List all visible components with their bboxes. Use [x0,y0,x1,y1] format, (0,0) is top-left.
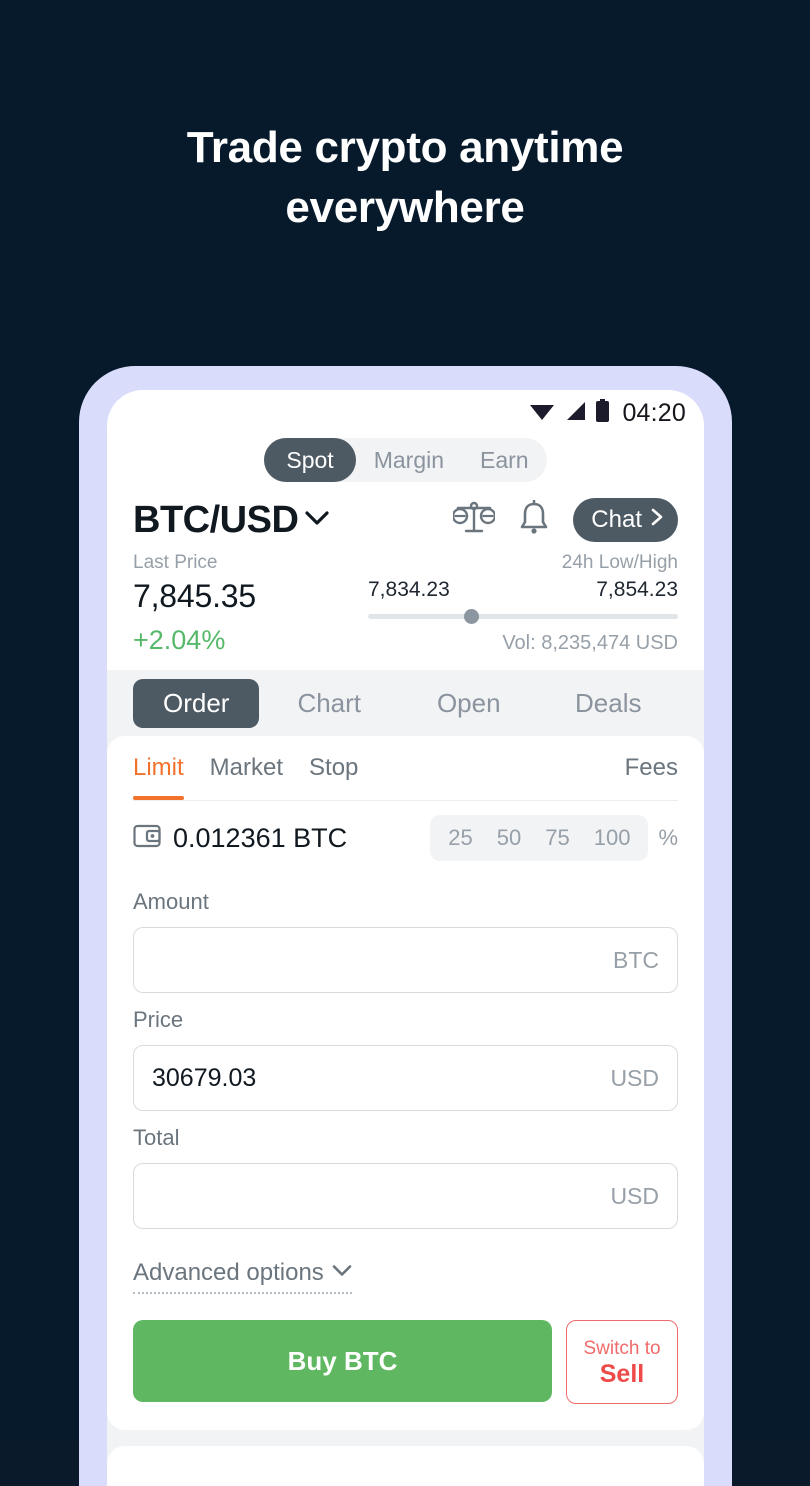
amount-field-label: Amount [133,889,209,914]
low-high-slider-thumb [464,609,480,624]
phone-frame: 04:20 Spot Margin Earn BTC/USD Chat Last… [79,366,732,1486]
last-price-value: 7,845.35 [133,578,256,614]
status-bar-time: 04:20 [622,398,686,427]
advanced-options-toggle[interactable]: Advanced options [133,1259,352,1294]
percent-chip-100[interactable]: 100 [582,825,643,851]
chevron-right-icon [650,506,664,534]
advanced-options-label: Advanced options [133,1259,324,1286]
last-price-label: Last Price [133,552,218,573]
percent-chip-75[interactable]: 75 [533,825,581,851]
chat-button-label: Chat [591,506,642,533]
low-high-label: 24h Low/High [561,552,678,573]
wallet-icon [133,823,161,854]
order-actions: Buy BTC Switch to Sell [133,1320,678,1430]
amount-input[interactable]: BTC [133,927,678,993]
pair-header-row: BTC/USD Chat [133,498,678,542]
segmented-item-earn[interactable]: Earn [462,438,547,482]
order-type-market[interactable]: Market [210,736,283,800]
phone-screen: 04:20 Spot Margin Earn BTC/USD Chat Last… [107,390,704,1486]
balance-amount: 0.012361 BTC [173,822,348,853]
volume-value: Vol: 8,235,474 USD [502,632,678,654]
ticker-card: Spot Margin Earn BTC/USD Chat Last Price… [107,436,704,670]
next-card-partial [107,1446,704,1486]
price-input[interactable]: 30679.03 USD [133,1045,678,1111]
fees-link[interactable]: Fees [625,736,678,800]
order-type-stop[interactable]: Stop [309,736,358,800]
day-high-value: 7,854.23 [596,578,678,601]
tab-deals[interactable]: Deals [539,688,679,719]
chevron-down-icon[interactable] [304,510,330,531]
switch-to-sell-bottom-label: Sell [599,1359,645,1388]
switch-to-sell-top-label: Switch to [583,1337,661,1359]
trading-pair-name[interactable]: BTC/USD [133,499,299,542]
total-input-unit: USD [610,1182,659,1209]
percent-chip-group[interactable]: 25 50 75 100 [430,815,649,861]
hero-headline: Trade crypto anytime everywhere [0,118,810,238]
hero-headline-line2: everywhere [285,183,525,232]
price-input-unit: USD [610,1064,659,1091]
price-change-percent: +2.04% [133,625,226,655]
percent-unit-label: % [658,825,678,850]
switch-to-sell-button[interactable]: Switch to Sell [566,1320,678,1404]
chevron-down-icon [332,1264,352,1282]
section-tabs: Order Chart Open Deals [107,670,704,736]
percent-chip-25[interactable]: 25 [436,825,484,851]
low-high-slider [368,609,678,624]
percent-chip-50[interactable]: 50 [485,825,533,851]
segmented-item-spot[interactable]: Spot [264,438,356,482]
chat-button[interactable]: Chat [573,498,678,542]
price-input-value: 30679.03 [152,1063,257,1092]
tab-order[interactable]: Order [133,678,260,728]
order-type-tabs: Limit Market Stop Fees [133,736,678,801]
promo-screenshot: Trade crypto anytime everywhere 04:20 Sp… [0,0,810,1486]
hero-headline-line1: Trade crypto anytime [186,123,624,172]
price-field-label: Price [133,1007,184,1032]
order-type-limit[interactable]: Limit [133,736,184,800]
tab-chart[interactable]: Chart [259,688,399,719]
amount-input-unit: BTC [613,946,659,973]
balance-row: 0.012361 BTC 25 50 75 100 % [133,801,678,875]
battery-icon [595,398,610,428]
tab-open[interactable]: Open [399,688,539,719]
day-low-value: 7,834.23 [368,578,450,601]
wifi-icon [529,401,555,426]
total-input[interactable]: USD [133,1163,678,1229]
status-bar: 04:20 [107,390,704,436]
ticker-body: Last Price 7,845.35 +2.04% 24h Low/High … [133,552,678,656]
market-mode-segmented-control[interactable]: Spot Margin Earn [264,438,547,482]
segmented-item-margin[interactable]: Margin [356,438,462,482]
total-field-label: Total [133,1125,180,1150]
order-form-card: Limit Market Stop Fees 0.012361 BTC 25 5… [107,736,704,1430]
card-gap [107,1430,704,1446]
bell-icon[interactable] [517,499,551,541]
scales-icon[interactable] [452,501,497,540]
buy-button[interactable]: Buy BTC [133,1320,552,1402]
signal-icon [564,401,586,426]
